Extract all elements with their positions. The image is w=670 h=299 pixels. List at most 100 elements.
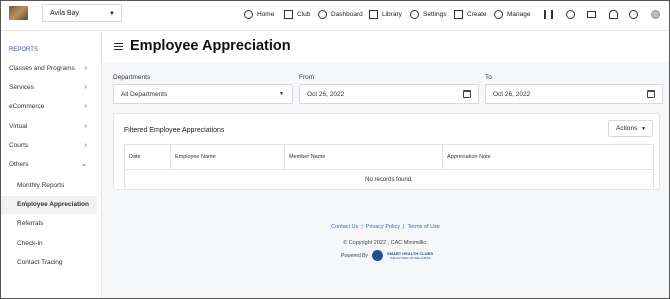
sidebar-subitem-referrals[interactable]: Referrals <box>1 215 97 233</box>
menu-toggle-icon[interactable] <box>114 43 123 52</box>
departments-label: Departments <box>113 74 151 81</box>
messages-button[interactable] <box>587 1 596 28</box>
chevron-down-icon: ▼ <box>279 91 284 97</box>
main-content: Employee Appreciation Departments All De… <box>102 31 669 298</box>
sidebar-subitem-label: Employee Appreciation <box>17 201 89 208</box>
column-header-date[interactable]: Date <box>124 144 171 170</box>
manage-icon <box>494 10 503 19</box>
calendar-icon[interactable] <box>463 90 471 98</box>
chevron-right-icon: › <box>84 65 87 72</box>
sidebar-item-label: Classes and Programs <box>9 65 75 72</box>
gear-icon <box>410 10 419 19</box>
footer-separator: | <box>403 224 405 230</box>
sidebar-subitem-monthly-reports[interactable]: Monthly Reports <box>1 177 97 195</box>
appreciations-table: Date Employee Name Member Name Appreciat… <box>124 144 654 190</box>
club-icon <box>284 10 293 19</box>
chevron-right-icon: › <box>84 123 87 130</box>
bell-icon <box>609 10 618 19</box>
nav-dashboard-label: Dashboard <box>331 11 363 18</box>
column-header-appreciation-note[interactable]: Appreciation Note <box>442 144 654 170</box>
dashboard-icon <box>318 10 327 19</box>
nav-library[interactable]: Library <box>369 1 402 28</box>
sidebar-item-ecommerce[interactable]: eCommerce › <box>1 97 101 116</box>
barcode-icon <box>544 10 553 19</box>
club-selector-label: Avila Bay <box>50 10 80 17</box>
powered-by: Powered By SMART HEALTH CLUBS THE FUTURE … <box>341 250 433 261</box>
sidebar-item-courts[interactable]: Courts › <box>1 136 101 155</box>
sidebar-subitem-label: Monthly Reports <box>17 182 65 189</box>
club-logo <box>9 6 28 20</box>
column-header-employee-name[interactable]: Employee Name <box>170 144 285 170</box>
privacy-policy-link[interactable]: Privacy Policy <box>366 224 400 230</box>
user-icon <box>651 10 660 19</box>
globe-icon <box>566 10 575 19</box>
club-selector[interactable]: Avila Bay ▼ <box>42 4 122 22</box>
actions-label: Actions <box>616 125 638 132</box>
app-window: Avila Bay ▼ Home Club Dashboard Library … <box>0 0 670 299</box>
sidebar-subitem-check-in[interactable]: Check-in <box>1 235 97 253</box>
chevron-right-icon: › <box>84 84 87 91</box>
nav-manage-label: Manage <box>507 11 531 18</box>
create-icon <box>454 10 463 19</box>
language-button[interactable] <box>566 1 575 28</box>
appreciations-card: Filtered Employee Appreciations Actions … <box>113 113 660 190</box>
from-date-input[interactable]: Oct 26, 2022 <box>299 84 479 104</box>
nav-manage[interactable]: Manage <box>494 1 531 28</box>
empty-state: No records found. <box>124 169 654 190</box>
mail-icon <box>587 11 596 18</box>
sidebar-subitem-label: Referrals <box>17 220 44 227</box>
nav-home-label: Home <box>257 11 275 18</box>
from-label: From <box>299 74 315 81</box>
nav-home[interactable]: Home <box>244 1 274 28</box>
barcode-button[interactable] <box>544 1 553 28</box>
chevron-down-icon: ▼ <box>109 11 115 17</box>
sidebar-subitem-label: Check-in <box>17 240 43 247</box>
powered-by-label: Powered By <box>341 252 368 259</box>
terms-of-use-link[interactable]: Terms of Use <box>407 224 439 230</box>
contact-us-link[interactable]: Contact Us <box>331 224 358 230</box>
sidebar-subitem-contact-tracing[interactable]: Contact Tracing <box>1 254 97 272</box>
help-icon <box>629 10 638 19</box>
footer-separator: | <box>361 224 363 230</box>
departments-value: All Departments <box>121 91 168 98</box>
sidebar-subitem-employee-appreciation[interactable]: Employee Appreciation <box>1 196 97 214</box>
sidebar-item-label: Virtual <box>9 123 28 130</box>
help-button[interactable] <box>629 1 638 28</box>
nav-dashboard[interactable]: Dashboard <box>318 1 363 28</box>
chevron-right-icon: › <box>84 142 87 149</box>
top-bar: Avila Bay ▼ Home Club Dashboard Library … <box>1 1 669 31</box>
actions-button[interactable]: Actions ▼ <box>608 120 653 137</box>
sidebar-item-services[interactable]: Services › <box>1 78 101 97</box>
nav-club[interactable]: Club <box>284 1 310 28</box>
sidebar-subitem-label: Contact Tracing <box>17 259 63 266</box>
departments-select[interactable]: All Departments ▼ <box>113 84 293 104</box>
chevron-down-icon: ▼ <box>641 126 646 132</box>
nav-create[interactable]: Create <box>454 1 487 28</box>
chevron-down-icon: ⌄ <box>81 161 87 168</box>
sidebar-item-label: Services <box>9 84 34 91</box>
page-header: Employee Appreciation <box>102 31 669 62</box>
column-header-member-name[interactable]: Member Name <box>284 144 443 170</box>
chevron-right-icon: › <box>84 103 87 110</box>
nav-settings-label: Settings <box>423 11 447 18</box>
brand-line-2: THE FUTURE OF WELLNESS <box>389 255 431 260</box>
nav-settings[interactable]: Settings <box>410 1 447 28</box>
to-date-input[interactable]: Oct 26, 2022 <box>485 84 663 104</box>
sidebar-item-label: eCommerce <box>9 103 45 110</box>
notifications-button[interactable] <box>609 1 618 28</box>
sidebar-item-others[interactable]: Others ⌄ <box>1 155 101 174</box>
copyright-text: © Copyright 2022 , CAC Minimillio. <box>343 240 428 246</box>
sidebar-item-virtual[interactable]: Virtual › <box>1 117 101 136</box>
home-icon <box>244 10 253 19</box>
to-date-value: Oct 26, 2022 <box>493 91 531 98</box>
from-date-value: Oct 26, 2022 <box>307 91 345 98</box>
sidebar-item-classes-programs[interactable]: Classes and Programs › <box>1 59 101 78</box>
profile-button[interactable] <box>651 1 660 28</box>
page-title: Employee Appreciation <box>130 38 291 54</box>
sidebar-item-label: Others <box>9 161 29 168</box>
footer-links: Contact Us | Privacy Policy | Terms of Use <box>102 224 669 230</box>
nav-library-label: Library <box>382 11 402 18</box>
library-icon <box>369 10 378 19</box>
brand-name: SMART HEALTH CLUBS THE FUTURE OF WELLNESS <box>387 251 433 260</box>
calendar-icon[interactable] <box>647 90 655 98</box>
